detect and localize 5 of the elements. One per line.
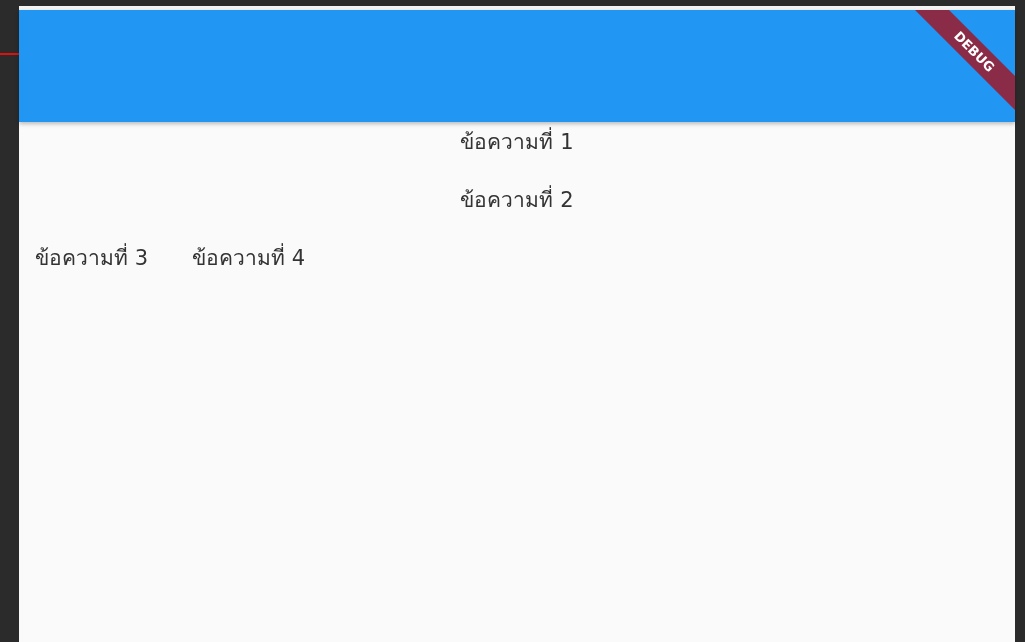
guide-line: [0, 53, 19, 55]
text-label: ข้อความที่ 4: [192, 238, 306, 278]
text-label: ข้อความที่ 2: [460, 180, 574, 220]
text-label: ข้อความที่ 1: [460, 122, 574, 162]
text-label: ข้อความที่ 3: [35, 238, 149, 278]
